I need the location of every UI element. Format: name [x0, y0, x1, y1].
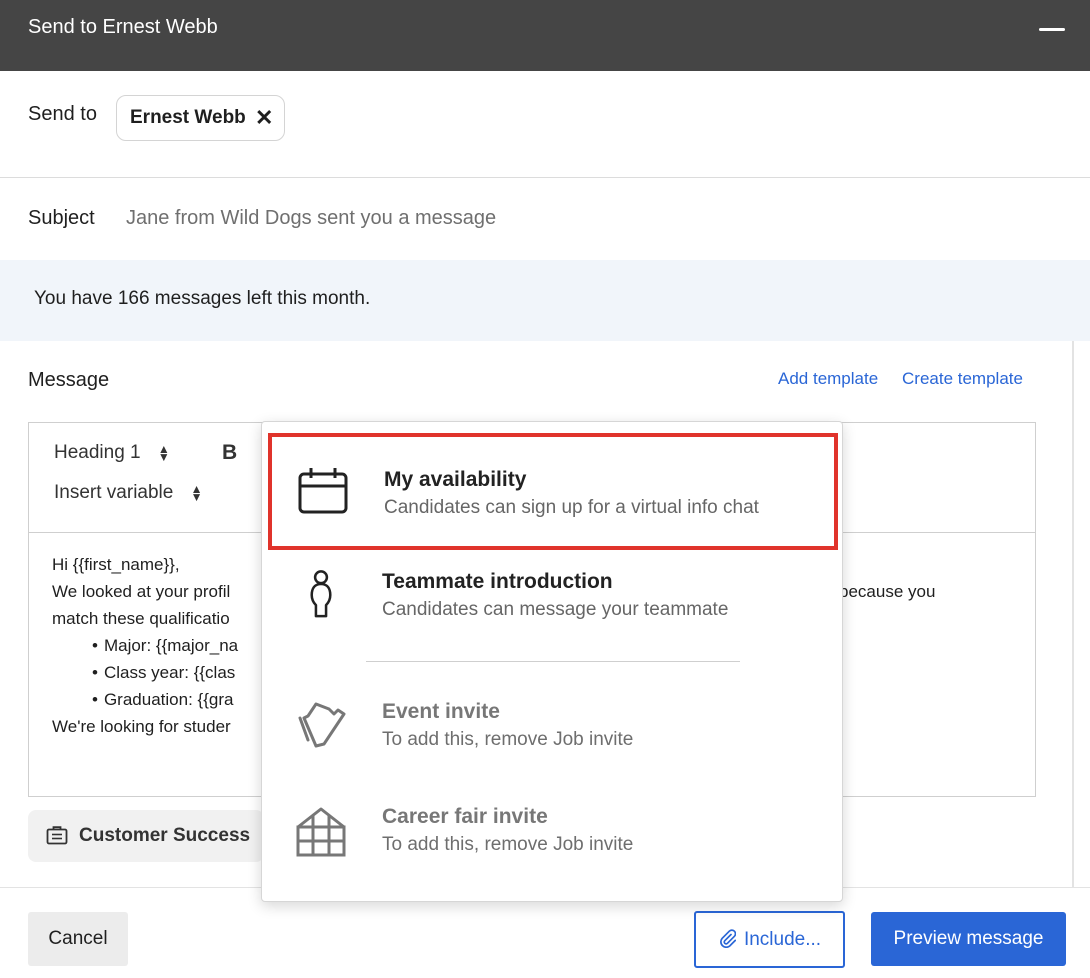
subject-input[interactable]: [118, 200, 818, 236]
menu-item-teammate-introduction[interactable]: Teammate introduction Candidates can mes…: [262, 562, 842, 662]
scrollbar[interactable]: [1072, 341, 1074, 887]
paperclip-icon: [719, 929, 736, 948]
attached-job-label: Customer Success: [79, 825, 251, 846]
minimize-icon[interactable]: [1036, 18, 1068, 42]
menu-item-career-fair-invite: Career fair invite To add this, remove J…: [262, 797, 842, 897]
add-template-link[interactable]: Add template: [778, 369, 878, 389]
send-to-label: Send to: [28, 103, 97, 125]
create-template-link[interactable]: Create template: [902, 369, 1023, 389]
include-button[interactable]: Include...: [694, 911, 845, 968]
recipient-chip: Ernest Webb ✕: [116, 95, 285, 141]
select-arrows-icon: ▲ ▼: [190, 481, 203, 504]
modal-title-bar: Send to Ernest Webb: [0, 0, 1090, 71]
insert-variable-label: Insert variable: [54, 482, 174, 503]
select-arrows-icon: ▲ ▼: [157, 441, 170, 464]
preview-message-button[interactable]: Preview message: [871, 912, 1066, 966]
send-to-row: Send to Ernest Webb ✕: [0, 71, 1090, 178]
person-icon: [310, 570, 332, 618]
attached-job-chip[interactable]: Customer Success: [28, 810, 264, 862]
heading-select[interactable]: Heading 1 ▲ ▼: [54, 442, 170, 464]
insert-variable-select[interactable]: Insert variable ▲ ▼: [54, 482, 203, 504]
body-line-tail: because you: [839, 582, 936, 601]
bold-button[interactable]: B: [222, 441, 237, 465]
menu-item-title: My availability: [384, 468, 527, 491]
menu-item-title: Event invite: [382, 700, 500, 723]
menu-item-description: To add this, remove Job invite: [382, 729, 634, 750]
menu-item-title: Teammate introduction: [382, 570, 613, 593]
include-dropdown-menu: My availability Candidates can sign up f…: [261, 421, 843, 902]
menu-item-description: Candidates can sign up for a virtual inf…: [384, 497, 759, 518]
booth-icon: [296, 807, 346, 857]
subject-label: Subject: [28, 207, 95, 229]
calendar-icon: [298, 468, 348, 514]
menu-item-title: Career fair invite: [382, 805, 548, 828]
menu-item-description: Candidates can message your teammate: [382, 599, 729, 620]
menu-item-event-invite: Event invite To add this, remove Job inv…: [262, 692, 842, 792]
menu-item-my-availability[interactable]: My availability Candidates can sign up f…: [268, 433, 838, 550]
messages-left-banner: You have 166 messages left this month.: [0, 260, 1090, 341]
briefcase-icon: [46, 826, 68, 845]
message-label: Message: [28, 369, 110, 391]
ticket-icon: [298, 702, 346, 748]
menu-divider: [366, 661, 740, 662]
messages-left-text: You have 166 messages left this month.: [34, 288, 371, 309]
remove-recipient-icon[interactable]: ✕: [255, 105, 273, 131]
recipient-name: Ernest Webb: [130, 107, 246, 128]
cancel-button[interactable]: Cancel: [28, 912, 128, 966]
include-button-label: Include...: [743, 929, 822, 950]
menu-item-description: To add this, remove Job invite: [382, 834, 634, 855]
modal-title: Send to Ernest Webb: [28, 16, 218, 38]
heading-select-label: Heading 1: [54, 442, 141, 463]
subject-row: Subject: [0, 178, 1090, 260]
